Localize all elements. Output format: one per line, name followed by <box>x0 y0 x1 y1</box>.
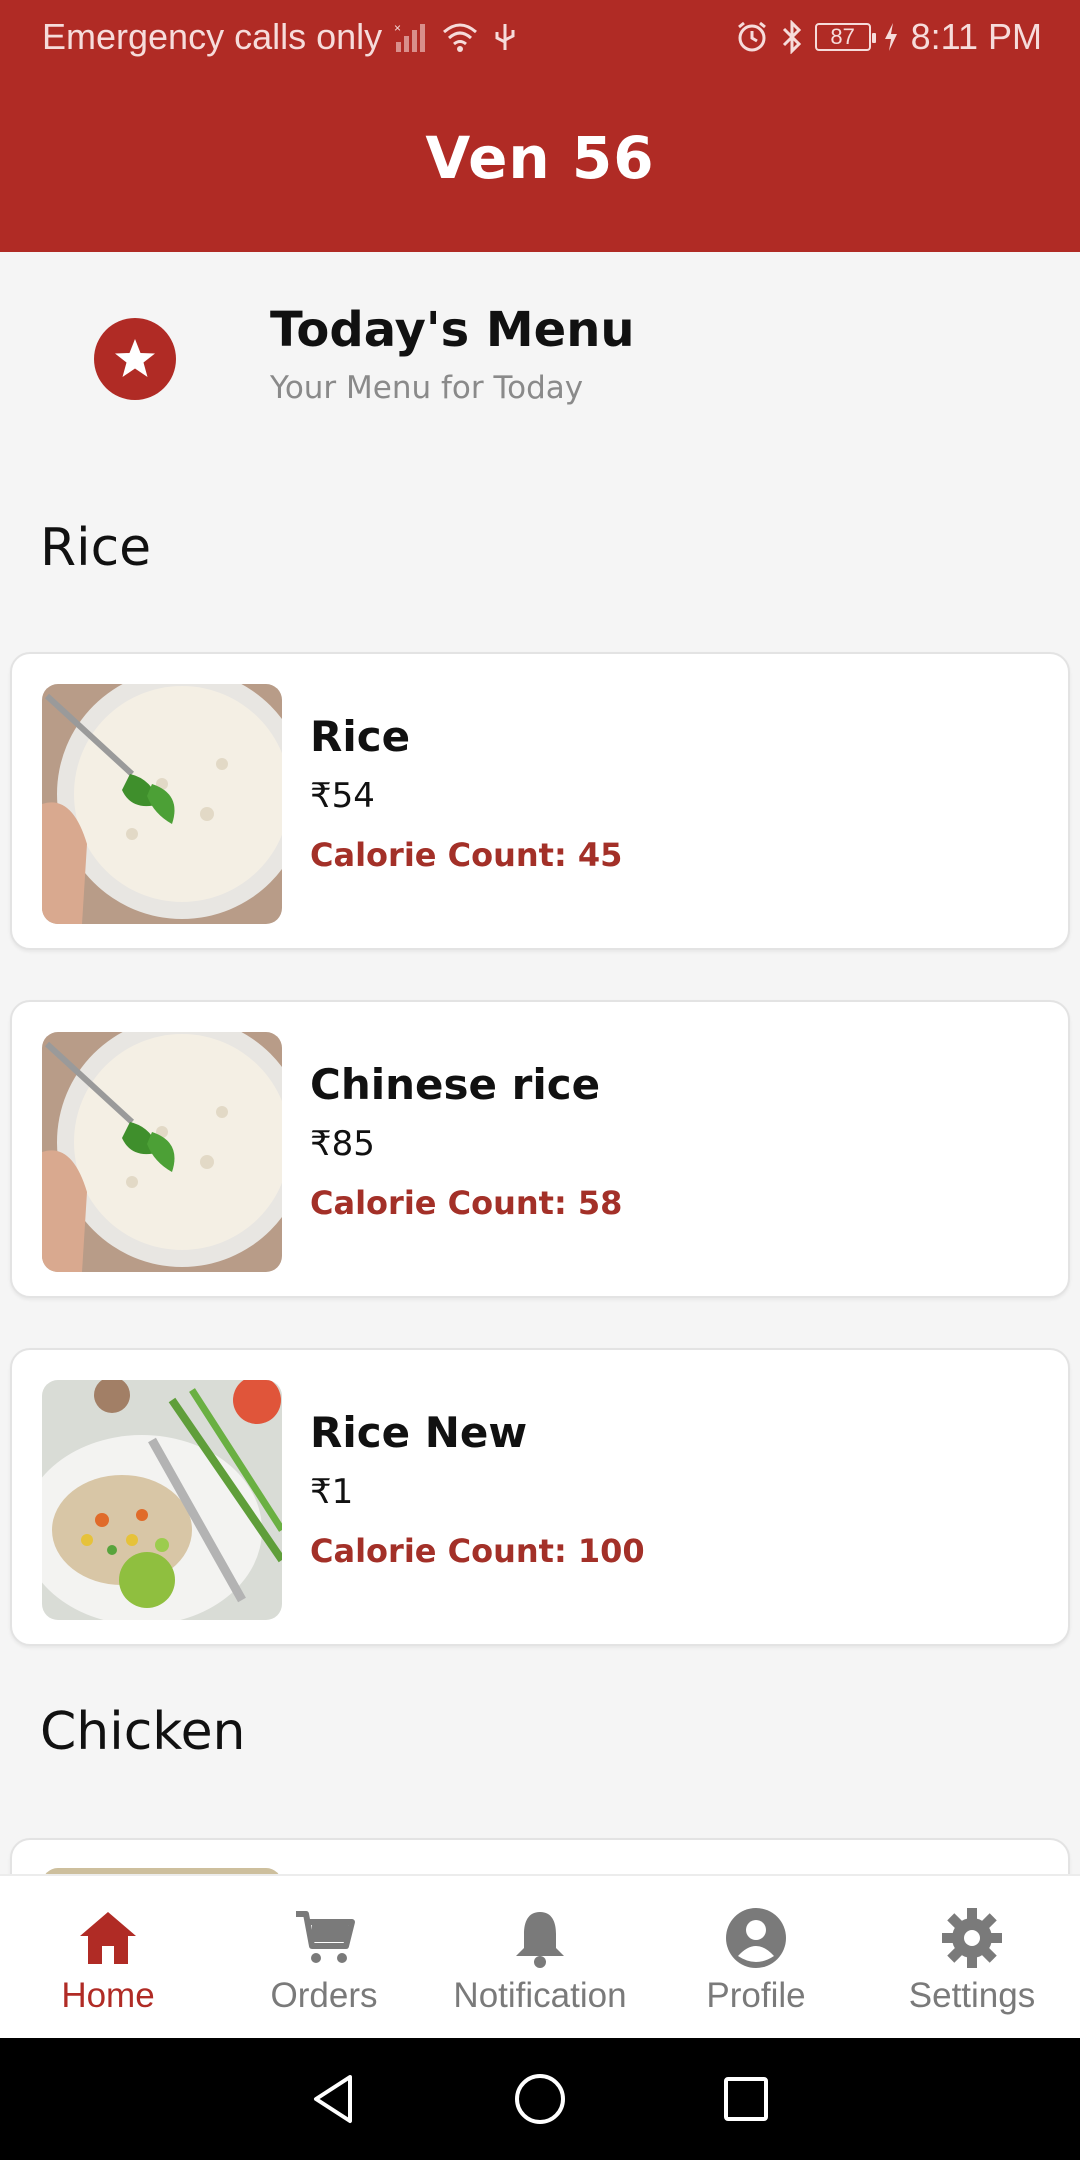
status-bar: Emergency calls only × 87 8:11 PM <box>0 0 1080 74</box>
item-name: Chinese rice <box>310 1060 601 1109</box>
bottom-navigation: Home Orders Notification Profile Setting… <box>0 1874 1080 2038</box>
food-image <box>42 1032 282 1272</box>
item-calorie-count: Calorie Count: 100 <box>310 1532 645 1570</box>
food-image <box>42 684 282 924</box>
item-price: ₹85 <box>310 1124 375 1164</box>
nav-home-label: Home <box>61 1976 155 2015</box>
todays-menu-header: Today's Menu Your Menu for Today <box>0 290 1080 430</box>
menu-subtitle: Your Menu for Today <box>270 370 584 406</box>
bell-icon <box>516 1912 564 1968</box>
menu-item-card[interactable]: Chinese rice ₹85 Calorie Count: 58 <box>10 1000 1070 1298</box>
bluetooth-icon <box>782 20 801 54</box>
item-price: ₹1 <box>310 1472 354 1512</box>
back-icon[interactable] <box>306 2071 362 2127</box>
recents-icon[interactable] <box>718 2071 774 2127</box>
alarm-icon <box>737 21 766 52</box>
item-name: Rice <box>310 712 411 761</box>
item-price: ₹54 <box>310 776 375 816</box>
wifi-icon <box>443 23 478 52</box>
cart-icon <box>296 1911 355 1963</box>
nav-orders[interactable]: Orders <box>216 1876 432 2038</box>
carrier-text: Emergency calls only <box>42 16 383 57</box>
battery-icon: 87 <box>814 23 876 51</box>
nav-notification-label: Notification <box>453 1976 627 2015</box>
item-calorie-count: Calorie Count: 45 <box>310 836 623 874</box>
nav-notification[interactable]: Notification <box>432 1876 648 2038</box>
menu-item-card[interactable]: Rice New ₹1 Calorie Count: 100 <box>10 1348 1070 1646</box>
charging-icon <box>884 23 897 51</box>
nav-home[interactable]: Home <box>0 1876 216 2038</box>
nav-settings-label: Settings <box>908 1976 1036 2015</box>
menu-item-card[interactable]: Rice ₹54 Calorie Count: 45 <box>10 652 1070 950</box>
section-title-chicken: Chicken <box>40 1702 246 1762</box>
nav-settings[interactable]: Settings <box>864 1876 1080 2038</box>
nav-profile-label: Profile <box>706 1976 806 2015</box>
section-title-rice: Rice <box>40 518 152 578</box>
star-icon <box>94 318 176 400</box>
usb-icon <box>495 24 515 50</box>
home-circle-icon[interactable] <box>512 2071 568 2127</box>
item-calorie-count: Calorie Count: 58 <box>310 1184 623 1222</box>
system-navigation-bar <box>0 2038 1080 2160</box>
app-header: Emergency calls only × 87 8:11 PM Ven 56 <box>0 0 1080 252</box>
profile-icon <box>726 1908 786 1968</box>
gear-icon <box>942 1908 1002 1968</box>
item-name: Rice New <box>310 1408 528 1457</box>
app-title: Ven 56 <box>425 124 655 192</box>
clock-text: 8:11 PM <box>910 16 1042 57</box>
svg-text:×: × <box>394 21 401 35</box>
food-image <box>42 1380 282 1620</box>
nav-orders-label: Orders <box>270 1976 378 2015</box>
nav-profile[interactable]: Profile <box>648 1876 864 2038</box>
no-signal-icon: × <box>394 21 426 52</box>
menu-title: Today's Menu <box>270 302 635 358</box>
home-icon <box>80 1912 136 1964</box>
